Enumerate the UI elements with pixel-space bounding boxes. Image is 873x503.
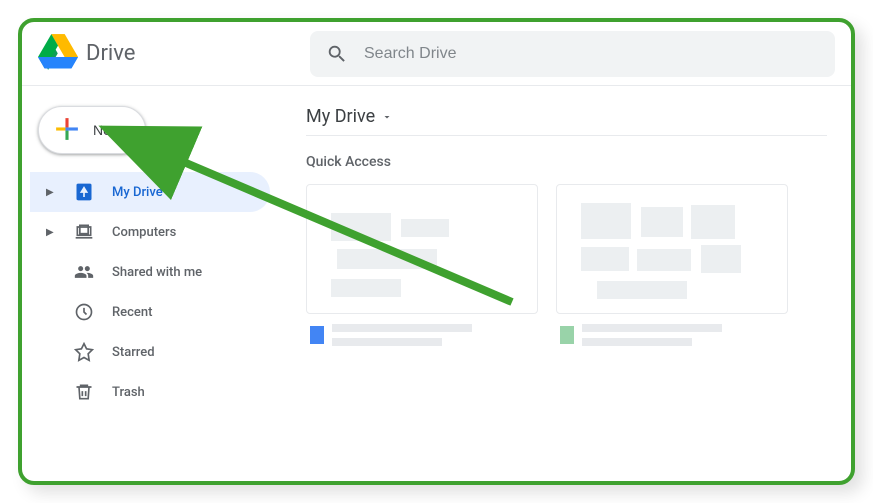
sidebar: New ▶ My Drive ▶ Computers [22, 86, 282, 481]
trash-icon [74, 382, 94, 402]
main: My Drive Quick Access [282, 86, 851, 481]
drive-icon [74, 182, 94, 202]
sidebar-item-my-drive[interactable]: ▶ My Drive [30, 172, 270, 212]
recent-icon [74, 302, 94, 322]
new-button-label: New [93, 122, 121, 138]
sidebar-item-starred[interactable]: ▶ Starred [30, 332, 270, 372]
content: New ▶ My Drive ▶ Computers [22, 86, 851, 481]
app-frame: Drive New [18, 18, 855, 485]
search-box[interactable] [310, 31, 835, 77]
header: Drive [22, 22, 851, 86]
quick-access-title: Quick Access [306, 154, 827, 170]
sidebar-item-trash[interactable]: ▶ Trash [30, 372, 270, 412]
sidebar-item-label: Shared with me [112, 265, 202, 280]
quick-access-card[interactable] [556, 184, 788, 356]
sidebar-item-computers[interactable]: ▶ Computers [30, 212, 270, 252]
sidebar-item-recent[interactable]: ▶ Recent [30, 292, 270, 332]
sidebar-item-label: My Drive [112, 185, 163, 200]
star-icon [74, 342, 94, 362]
new-button[interactable]: New [38, 106, 146, 154]
nav-list: ▶ My Drive ▶ Computers ▶ [30, 172, 282, 412]
search-input[interactable] [364, 45, 819, 63]
breadcrumb-label: My Drive [306, 106, 375, 127]
sidebar-item-label: Recent [112, 305, 152, 320]
sidebar-item-shared[interactable]: ▶ Shared with me [30, 252, 270, 292]
card-thumbnail [306, 184, 538, 314]
quick-access-cards [306, 184, 827, 356]
card-thumbnail [556, 184, 788, 314]
breadcrumb[interactable]: My Drive [306, 98, 827, 136]
sheets-icon [560, 326, 574, 344]
docs-icon [310, 326, 324, 344]
expand-icon[interactable]: ▶ [46, 227, 56, 238]
sidebar-item-label: Trash [112, 385, 145, 400]
sidebar-item-label: Starred [112, 345, 155, 360]
quick-access-card[interactable] [306, 184, 538, 356]
sidebar-item-label: Computers [112, 225, 176, 240]
brand[interactable]: Drive [38, 34, 310, 74]
computers-icon [74, 222, 94, 242]
card-meta [556, 314, 788, 356]
expand-icon[interactable]: ▶ [46, 187, 56, 198]
chevron-down-icon [381, 111, 393, 123]
brand-name: Drive [86, 41, 135, 66]
shared-icon [74, 262, 94, 282]
plus-icon [53, 115, 81, 146]
search-icon [326, 43, 348, 65]
card-meta [306, 314, 538, 356]
drive-logo-icon [38, 34, 78, 74]
